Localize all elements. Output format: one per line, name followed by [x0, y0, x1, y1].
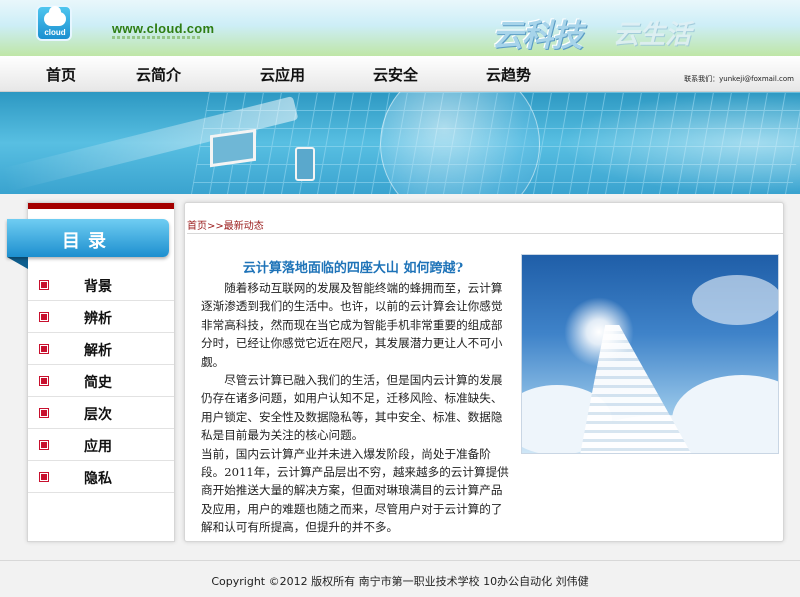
breadcrumb-divider — [187, 233, 783, 234]
logo-text: cloud — [44, 28, 66, 37]
sidebar-item-discrimination[interactable]: 辨析 — [28, 301, 174, 333]
sun-icon — [564, 297, 634, 367]
sidebar-item-label: 层次 — [84, 407, 112, 423]
article-paragraph: 当前，国内云计算产业并未进入爆发阶段，尚处于准备阶段。2011年，云计算产品层出… — [201, 446, 509, 535]
brand-slogan-secondary: 云生活 — [613, 20, 692, 50]
site-footer: Copyright ©2012 版权所有 南宁市第一职业技术学校 10办公自动化… — [0, 560, 800, 597]
bullet-icon — [40, 345, 48, 353]
sidebar-item-label: 隐私 — [84, 471, 112, 487]
sidebar-item-privacy[interactable]: 隐私 — [28, 461, 174, 493]
sidebar-item-label: 应用 — [84, 439, 112, 455]
sidebar-item-analysis[interactable]: 解析 — [28, 333, 174, 365]
globe-icon — [380, 92, 540, 194]
sidebar-item-layers[interactable]: 层次 — [28, 397, 174, 429]
sidebar-item-label: 解析 — [84, 343, 112, 359]
bullet-icon — [40, 473, 48, 481]
hero-banner — [0, 92, 800, 194]
menu-title-fold — [7, 257, 28, 269]
breadcrumb[interactable]: 首页>>最新动态 — [187, 217, 264, 232]
nav-item-intro[interactable]: 云简介 — [136, 64, 181, 85]
sidebar-item-label: 辨析 — [84, 311, 112, 327]
main-content: 首页>>最新动态 云计算落地面临的四座大山 如何跨越? 随着移动互联网的发展及智… — [184, 202, 784, 542]
sidebar-item-background[interactable]: 背景 — [28, 269, 174, 301]
nav-item-home[interactable]: 首页 — [46, 64, 76, 85]
menu-title: 目录 — [62, 231, 114, 252]
bullet-icon — [40, 441, 48, 449]
sidebar-item-history[interactable]: 简史 — [28, 365, 174, 397]
bullet-icon — [40, 377, 48, 385]
brand-slogan-primary: 云科技 — [492, 18, 583, 54]
menu-title-ribbon: 目录 — [7, 219, 169, 257]
cloud-icon — [44, 6, 66, 26]
article-paragraph: 尽管云计算已融入我们的生活，但是国内云计算的发展仍存在诸多问题，如用户认知不足，… — [201, 373, 503, 443]
bullet-icon — [40, 313, 48, 321]
phone-icon — [295, 147, 315, 181]
site-url-decoration — [112, 36, 200, 39]
sidebar-item-label: 背景 — [84, 279, 112, 295]
article-image — [521, 254, 779, 454]
cloud-logo[interactable]: cloud — [36, 5, 72, 41]
main-nav: 首页 云简介 云应用 云安全 云趋势 联系我们：yunkeji@foxmail.… — [0, 56, 800, 92]
cloud-shape — [692, 275, 778, 325]
banner-glow — [560, 92, 800, 194]
site-header: cloud www.cloud.com 云科技 云生活 — [0, 0, 800, 56]
bullet-icon — [40, 409, 48, 417]
nav-item-trends[interactable]: 云趋势 — [486, 64, 531, 85]
sidebar-item-label: 简史 — [84, 375, 112, 391]
sidebar-menu: 背景 辨析 解析 简史 层次 应用 隐私 — [28, 269, 174, 493]
bullet-icon — [40, 281, 48, 289]
nav-item-apps[interactable]: 云应用 — [260, 64, 305, 85]
article-body: 随着移动互联网的发展及智能终端的蜂拥而至，云计算逐渐渗透到我们的生活中。也许，以… — [201, 279, 513, 537]
article-paragraph: 随着移动互联网的发展及智能终端的蜂拥而至，云计算逐渐渗透到我们的生活中。也许，以… — [201, 281, 503, 369]
article-title: 云计算落地面临的四座大山 如何跨越? — [242, 261, 464, 276]
sidebar-top-bar — [28, 203, 174, 209]
copyright-text: Copyright ©2012 版权所有 南宁市第一职业技术学校 10办公自动化… — [211, 575, 589, 588]
monitor-icon — [210, 128, 256, 168]
contact-info: 联系我们：yunkeji@foxmail.com — [684, 75, 794, 83]
nav-item-security[interactable]: 云安全 — [373, 64, 418, 85]
sidebar-item-applications[interactable]: 应用 — [28, 429, 174, 461]
sidebar: 目录 背景 辨析 解析 简史 层次 应用 隐私 — [7, 202, 175, 542]
site-url: www.cloud.com — [112, 21, 215, 36]
